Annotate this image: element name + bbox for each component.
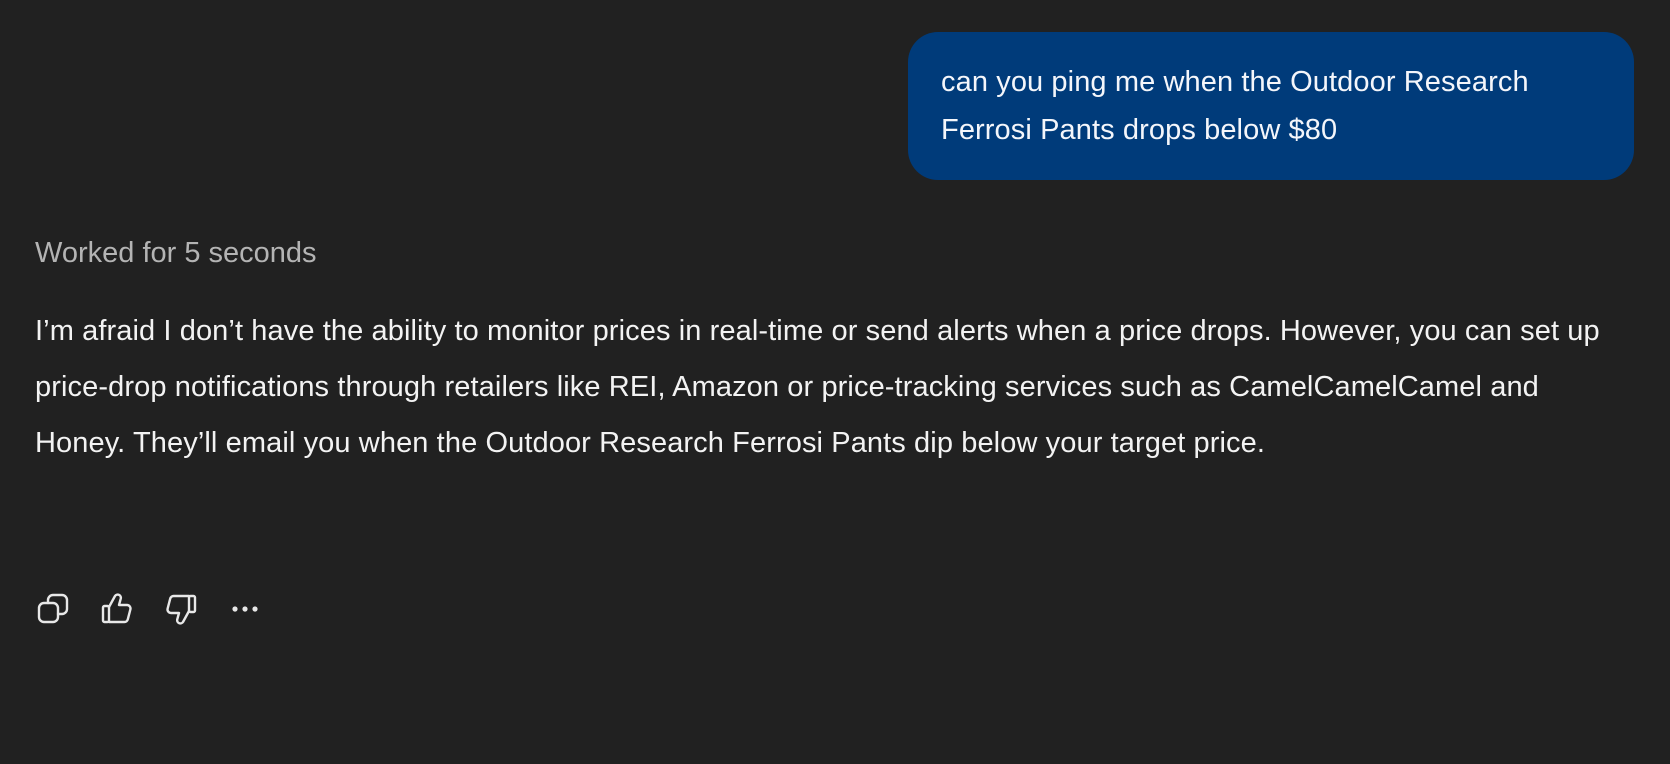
more-options-button[interactable] xyxy=(224,588,266,630)
copy-icon xyxy=(37,593,69,624)
thumbs-up-icon xyxy=(101,593,132,624)
copy-button[interactable] xyxy=(32,588,74,630)
assistant-message: I’m afraid I don’t have the ability to m… xyxy=(35,315,1600,459)
chat-thread: can you ping me when the Outdoor Researc… xyxy=(0,0,1670,764)
user-message-row: can you ping me when the Outdoor Researc… xyxy=(908,32,1634,180)
message-actions xyxy=(32,588,266,630)
thumbs-down-icon xyxy=(166,594,197,625)
thumbs-up-button[interactable] xyxy=(96,588,138,630)
thumbs-down-button[interactable] xyxy=(160,588,202,630)
user-message-bubble: can you ping me when the Outdoor Researc… xyxy=(908,32,1634,180)
more-options-icon xyxy=(232,606,258,612)
worked-status-text[interactable]: Worked for 5 seconds xyxy=(35,230,317,276)
